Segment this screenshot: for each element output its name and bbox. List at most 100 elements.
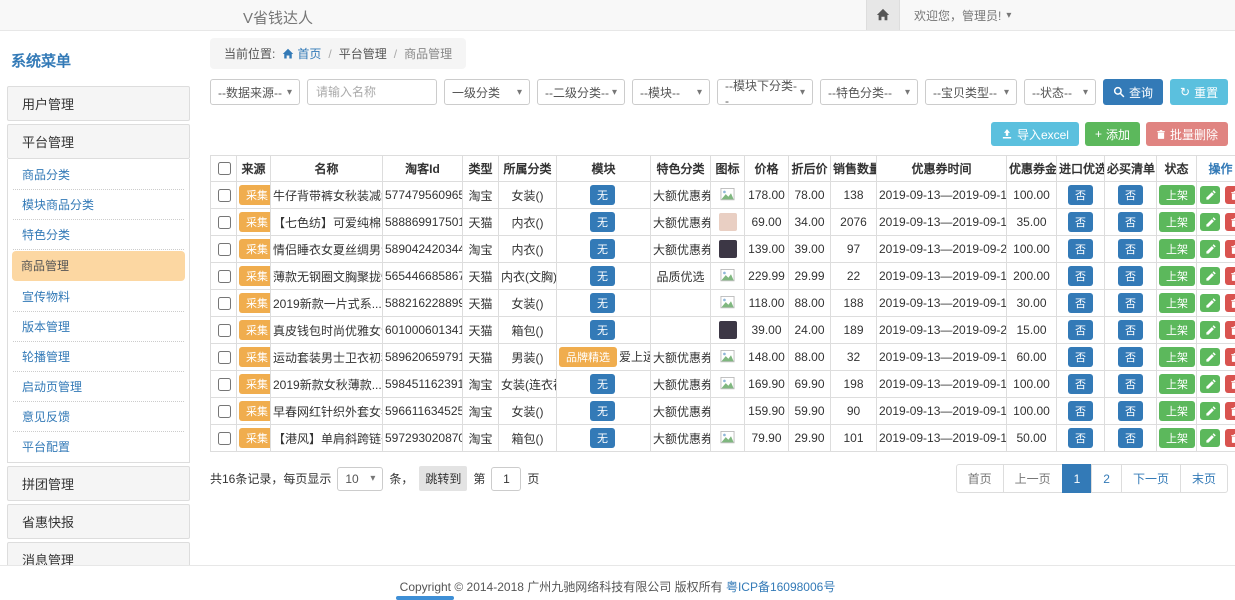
user-menu[interactable]: 欢迎您，管理员! ▾ [914,7,1011,24]
filter-select-0[interactable]: 一级分类▾ [444,79,530,105]
sidebar-item-7[interactable]: 版本管理 [13,312,184,342]
sidebar-item-4[interactable]: 特色分类 [13,220,184,250]
edit-button[interactable] [1200,429,1220,447]
edit-button[interactable] [1200,186,1220,204]
sidebar-item-11[interactable]: 平台配置 [13,432,184,461]
add-button[interactable]: + 添加 [1085,122,1140,146]
module-badge[interactable]: 品牌精选 [559,347,617,367]
sidebar-group-13[interactable]: 省惠快报 [7,504,190,539]
status-toggle[interactable]: 上架 [1159,266,1195,286]
import-select-toggle[interactable]: 否 [1068,320,1093,340]
sidebar-group-0[interactable]: 用户管理 [7,86,190,121]
import-select-toggle[interactable]: 否 [1068,428,1093,448]
import-select-toggle[interactable]: 否 [1068,401,1093,421]
import-select-toggle[interactable]: 否 [1068,239,1093,259]
import-select-toggle[interactable]: 否 [1068,293,1093,313]
row-checkbox[interactable] [218,243,231,256]
status-toggle[interactable]: 上架 [1159,428,1195,448]
edit-button[interactable] [1200,267,1220,285]
page-button-2[interactable]: 2 [1091,464,1122,493]
sidebar-item-9[interactable]: 启动页管理 [13,372,184,402]
home-button[interactable] [866,0,900,30]
edit-button[interactable] [1200,321,1220,339]
breadcrumb-item[interactable]: 平台管理 [339,45,387,62]
delete-button[interactable] [1225,240,1235,258]
module-badge[interactable]: 无 [590,401,615,421]
sidebar-item-10[interactable]: 意见反馈 [13,402,184,432]
must-buy-toggle[interactable]: 否 [1118,293,1143,313]
status-toggle[interactable]: 上架 [1159,293,1195,313]
status-toggle[interactable]: 上架 [1159,185,1195,205]
module-badge[interactable]: 无 [590,266,615,286]
must-buy-toggle[interactable]: 否 [1118,320,1143,340]
import-select-toggle[interactable]: 否 [1068,374,1093,394]
must-buy-toggle[interactable]: 否 [1118,212,1143,232]
page-button-首页[interactable]: 首页 [956,464,1004,493]
icp-link[interactable]: 粤ICP备16098006号 [726,580,835,594]
breadcrumb-home-link[interactable]: 首页 [282,45,321,62]
sidebar-group-14[interactable]: 消息管理 [7,542,190,565]
module-badge[interactable]: 无 [590,293,615,313]
must-buy-toggle[interactable]: 否 [1118,266,1143,286]
row-checkbox[interactable] [218,270,231,283]
delete-button[interactable] [1225,429,1235,447]
delete-button[interactable] [1225,375,1235,393]
row-checkbox[interactable] [218,432,231,445]
import-select-toggle[interactable]: 否 [1068,266,1093,286]
delete-button[interactable] [1225,267,1235,285]
filter-select-1[interactable]: --二级分类--▾ [537,79,625,105]
name-search-input[interactable] [307,79,437,105]
search-button[interactable]: 查询 [1103,79,1163,105]
delete-button[interactable] [1225,402,1235,420]
status-toggle[interactable]: 上架 [1159,212,1195,232]
filter-select-3[interactable]: --模块下分类--▾ [717,79,813,105]
row-checkbox[interactable] [218,378,231,391]
jump-button[interactable]: 跳转到 [419,466,467,491]
edit-button[interactable] [1200,294,1220,312]
import-select-toggle[interactable]: 否 [1068,347,1093,367]
must-buy-toggle[interactable]: 否 [1118,239,1143,259]
delete-button[interactable] [1225,213,1235,231]
sidebar-item-5[interactable]: 商品管理 [12,251,185,281]
row-checkbox[interactable] [218,189,231,202]
module-badge[interactable]: 无 [590,212,615,232]
delete-button[interactable] [1225,348,1235,366]
status-toggle[interactable]: 上架 [1159,320,1195,340]
sidebar-item-2[interactable]: 商品分类 [13,160,184,190]
page-size-select[interactable]: 10▾ [337,467,383,491]
must-buy-toggle[interactable]: 否 [1118,185,1143,205]
row-checkbox[interactable] [218,405,231,418]
import-select-toggle[interactable]: 否 [1068,212,1093,232]
module-badge[interactable]: 无 [590,428,615,448]
page-button-1[interactable]: 1 [1062,464,1093,493]
sidebar-group-1[interactable]: 平台管理 [7,124,190,159]
page-button-下一页[interactable]: 下一页 [1121,464,1181,493]
delete-button[interactable] [1225,186,1235,204]
page-button-上一页[interactable]: 上一页 [1003,464,1063,493]
edit-button[interactable] [1200,213,1220,231]
select-all-checkbox[interactable] [218,162,231,175]
filter-select-6[interactable]: --状态--▾ [1024,79,1096,105]
edit-button[interactable] [1200,240,1220,258]
module-badge[interactable]: 无 [590,374,615,394]
filter-select-5[interactable]: --宝贝类型--▾ [925,79,1017,105]
filter-select-4[interactable]: --特色分类--▾ [820,79,918,105]
hscroll-thumb[interactable] [396,596,454,600]
sidebar-item-6[interactable]: 宣传物料 [13,282,184,312]
sidebar-group-12[interactable]: 拼团管理 [7,466,190,501]
must-buy-toggle[interactable]: 否 [1118,401,1143,421]
jump-page-input[interactable] [491,467,521,491]
data-source-select[interactable]: --数据来源--▾ [210,79,300,105]
batch-delete-button[interactable]: 批量删除 [1146,122,1228,146]
import-excel-button[interactable]: 导入excel [991,122,1079,146]
module-badge[interactable]: 无 [590,239,615,259]
page-button-末页[interactable]: 末页 [1180,464,1228,493]
status-toggle[interactable]: 上架 [1159,239,1195,259]
row-checkbox[interactable] [218,216,231,229]
status-toggle[interactable]: 上架 [1159,374,1195,394]
module-badge[interactable]: 无 [590,185,615,205]
import-select-toggle[interactable]: 否 [1068,185,1093,205]
status-toggle[interactable]: 上架 [1159,347,1195,367]
sidebar-item-3[interactable]: 模块商品分类 [13,190,184,220]
must-buy-toggle[interactable]: 否 [1118,374,1143,394]
